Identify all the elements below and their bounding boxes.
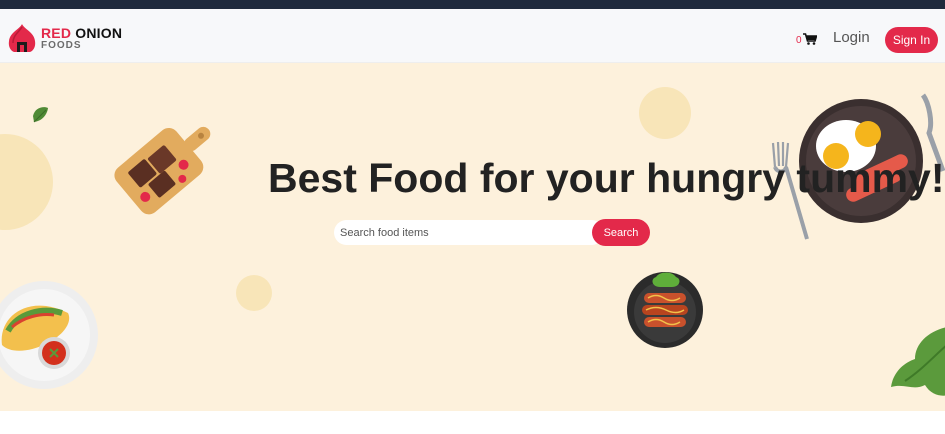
search-button[interactable]: Search xyxy=(592,219,650,246)
taco-plate-icon xyxy=(0,281,98,389)
deco-circle-left xyxy=(0,134,53,230)
brand-subtitle: FOODS xyxy=(41,39,82,51)
cart-icon xyxy=(802,32,817,45)
login-link[interactable]: Login xyxy=(833,29,870,46)
hero-section: Best Food for your hungry tummy!! Search xyxy=(0,63,945,411)
cart-count: 0 xyxy=(796,35,802,46)
window-top-strip xyxy=(0,0,945,9)
signin-button[interactable]: Sign In xyxy=(885,27,938,53)
lettuce-icon xyxy=(891,327,945,396)
cart-button[interactable]: 0 xyxy=(796,31,817,46)
sausage-bowl-icon xyxy=(627,272,703,348)
deco-circle-top xyxy=(639,87,691,139)
search-input[interactable] xyxy=(334,220,604,245)
deco-circle-small xyxy=(236,275,272,311)
leaf-icon xyxy=(33,107,48,123)
hero-title: Best Food for your hungry tummy!! xyxy=(268,155,945,201)
chocolate-board-icon xyxy=(114,126,211,215)
brand-name-dark: ONION xyxy=(75,24,123,41)
page-below-hero xyxy=(0,411,945,434)
brand-logo[interactable]: RED ONION FOODS xyxy=(6,23,122,53)
onion-logo-icon xyxy=(8,24,36,52)
navbar: RED ONION FOODS 0 Login Sign In xyxy=(0,9,945,63)
brand-name-red: RED xyxy=(41,24,72,41)
search-bar: Search xyxy=(334,219,650,246)
